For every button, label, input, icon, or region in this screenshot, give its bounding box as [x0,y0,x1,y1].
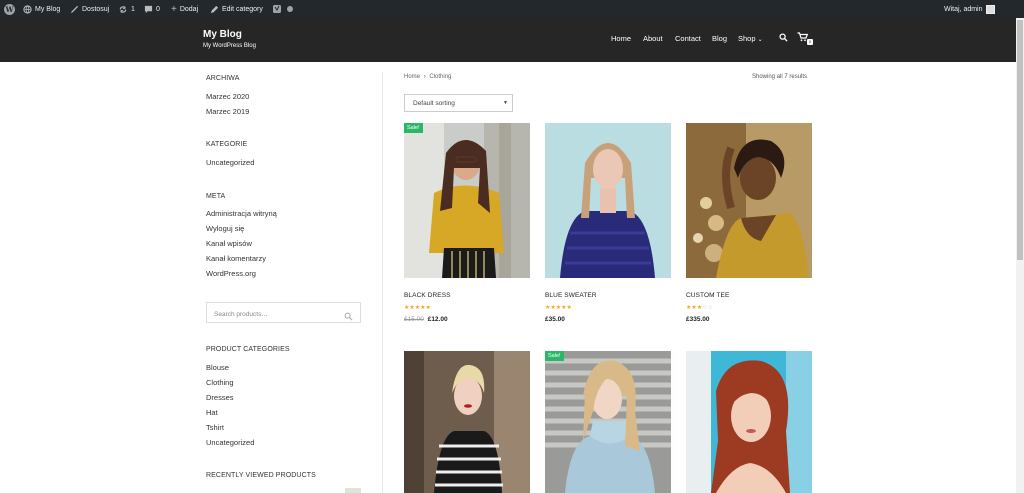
plus-icon: + [171,3,177,15]
sale-badge: Sale! [545,351,564,361]
archive-link[interactable]: Marzec 2020 [206,92,249,101]
star-rating-icon: ★★★☆☆ [686,305,713,311]
dropdown-arrow-icon: ▼ [503,100,508,106]
product-categories-widget-title: PRODUCT CATEGORIES [206,346,290,353]
star-rating-icon: ★★★★★ [404,305,431,311]
adminbar-edit-link[interactable]: Edit category [210,0,263,18]
scrollbar-thumb[interactable] [1017,20,1023,260]
adminbar-site-link[interactable]: My Blog [23,0,60,18]
nav-blog[interactable]: Blog [712,34,727,43]
site-tagline: My WordPress Blog [203,43,256,49]
product-title[interactable]: CUSTOM TEE [686,292,729,299]
product-image[interactable] [545,123,671,278]
avatar [985,4,995,14]
product-category-link[interactable]: Clothing [206,378,234,387]
product-category-link[interactable]: Uncategorized [206,438,254,447]
search-icon[interactable] [779,33,788,44]
product-search-input[interactable] [207,305,337,324]
chevron-down-icon: ⌄ [757,37,763,43]
breadcrumb-current: Clothing [429,74,452,80]
comment-icon [144,5,153,14]
product-search [206,302,361,326]
product-category-link[interactable]: Hat [206,408,218,417]
breadcrumb: Home › Clothing [404,74,451,80]
category-link[interactable]: Uncategorized [206,158,254,167]
admin-bar: W My Blog Dostosuj 1 0 + Dodaj Edit cate… [0,0,1024,18]
meta-link-admin[interactable]: Administracja witryną [206,209,277,218]
nav-shop[interactable]: Shop ⌄ [738,34,763,43]
archive-link[interactable]: Marzec 2019 [206,107,249,116]
adminbar-updates-count: 1 [131,5,135,13]
nav-contact[interactable]: Contact [675,34,701,43]
site-title[interactable]: My Blog [203,29,242,40]
product-image[interactable]: Sale! [545,351,671,493]
site-header: My Blog My WordPress Blog Home About Con… [0,18,1016,62]
adminbar-updates-link[interactable]: 1 [118,0,135,18]
meta-link-logout[interactable]: Wyloguj się [206,224,244,233]
archives-widget-title: ARCHIWA [206,75,240,82]
adminbar-comments-count: 0 [156,5,160,13]
update-icon [118,5,128,14]
wordpress-logo-icon[interactable]: W [4,0,15,18]
adminbar-customize-link[interactable]: Dostosuj [70,0,109,18]
adminbar-customize-label: Dostosuj [82,5,110,13]
meta-link-wordpress-org[interactable]: WordPress.org [206,269,256,278]
adminbar-new-link[interactable]: + Dodaj [171,0,198,18]
nav-shop-label: Shop [738,34,756,43]
product-old-price: £15.00 [404,316,424,323]
status-dot-icon[interactable] [287,0,293,18]
breadcrumb-separator: › [423,74,426,80]
product-sale-price: £12.00 [427,316,448,323]
product-image[interactable] [686,123,812,278]
yoast-seo-icon[interactable] [272,0,282,18]
product-title[interactable]: BLUE SWEATER [545,292,597,299]
home-icon [23,4,32,14]
recently-viewed-thumbnail[interactable] [345,488,361,493]
adminbar-edit-label: Edit category [222,5,263,13]
star-rating-icon: ★★★★★ [545,305,572,311]
nav-about[interactable]: About [643,34,663,43]
search-icon[interactable] [344,308,353,326]
product-price: £335.00 [686,316,710,323]
adminbar-site-name: My Blog [35,5,61,13]
sale-badge: Sale! [404,123,423,133]
nav-home[interactable]: Home [611,34,631,43]
product-price: £15.00 £12.00 [404,316,448,323]
product-image[interactable]: Sale! [404,123,530,278]
content-divider [382,72,383,493]
product-price: £35.00 [545,316,565,323]
sorting-select[interactable]: Default sorting ▼ [404,94,513,112]
breadcrumb-home-link[interactable]: Home [404,74,420,80]
cart-count-badge: 0 [807,39,813,45]
meta-widget-title: META [206,193,226,200]
meta-link-comments-feed[interactable]: Kanał komentarzy [206,254,266,263]
sorting-selected-value: Default sorting [413,100,455,107]
categories-widget-title: KATEGORIE [206,141,248,148]
adminbar-account-link[interactable]: Witaj, admin [944,0,995,18]
pencil-icon [210,5,219,14]
result-count: Showing all 7 results [752,74,808,80]
adminbar-new-label: Dodaj [179,5,199,13]
product-category-link[interactable]: Blouse [206,363,229,372]
recently-viewed-widget-title: RECENTLY VIEWED PRODUCTS [206,472,316,479]
product-title[interactable]: BLACK DRESS [404,292,451,299]
product-image[interactable] [686,351,812,493]
meta-link-posts-feed[interactable]: Kanał wpisów [206,239,252,248]
product-image[interactable] [404,351,530,493]
paintbrush-icon [70,5,79,14]
adminbar-greeting: Witaj, admin [944,5,983,13]
product-category-link[interactable]: Dresses [206,393,234,402]
adminbar-comments-link[interactable]: 0 [144,0,160,18]
product-category-link[interactable]: Tshirt [206,423,224,432]
